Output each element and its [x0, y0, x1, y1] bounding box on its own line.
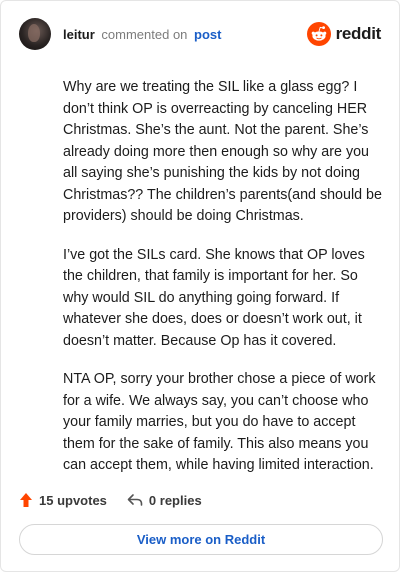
action-text: commented on	[101, 26, 188, 42]
reply-count: 0 replies	[148, 492, 202, 508]
comment-header: leitur commented on post reddit	[19, 17, 381, 51]
embedded-comment-card: leitur commented on post reddit Why are …	[0, 0, 400, 572]
view-more-button[interactable]: View more on Reddit	[19, 524, 383, 555]
comment-actions: 15 upvotes 0 replies	[19, 489, 202, 511]
reply-button[interactable]: 0 replies	[127, 493, 202, 508]
avatar[interactable]	[19, 18, 51, 50]
reddit-wordmark: reddit	[335, 24, 382, 43]
upvote-count: 15 upvotes	[39, 492, 107, 508]
upvote-arrow-icon	[20, 493, 32, 507]
upvote-button[interactable]: 15 upvotes	[19, 492, 107, 508]
comment-paragraph: NTA OP, sorry your brother chose a piece…	[63, 371, 376, 473]
comment-paragraph: Why are we treating the SIL like a glass…	[63, 79, 382, 224]
reddit-logo[interactable]: reddit	[306, 22, 382, 46]
username-link[interactable]: leitur	[63, 27, 95, 42]
comment-paragraph: I’ve got the SILs card. She knows that O…	[63, 246, 365, 349]
comment-meta: leitur commented on post	[63, 27, 222, 42]
reddit-snoo-icon	[306, 22, 331, 46]
reply-arrow-icon	[127, 494, 143, 506]
post-link[interactable]: post	[194, 27, 221, 42]
comment-body: Why are we treating the SIL like a glass…	[63, 77, 383, 494]
